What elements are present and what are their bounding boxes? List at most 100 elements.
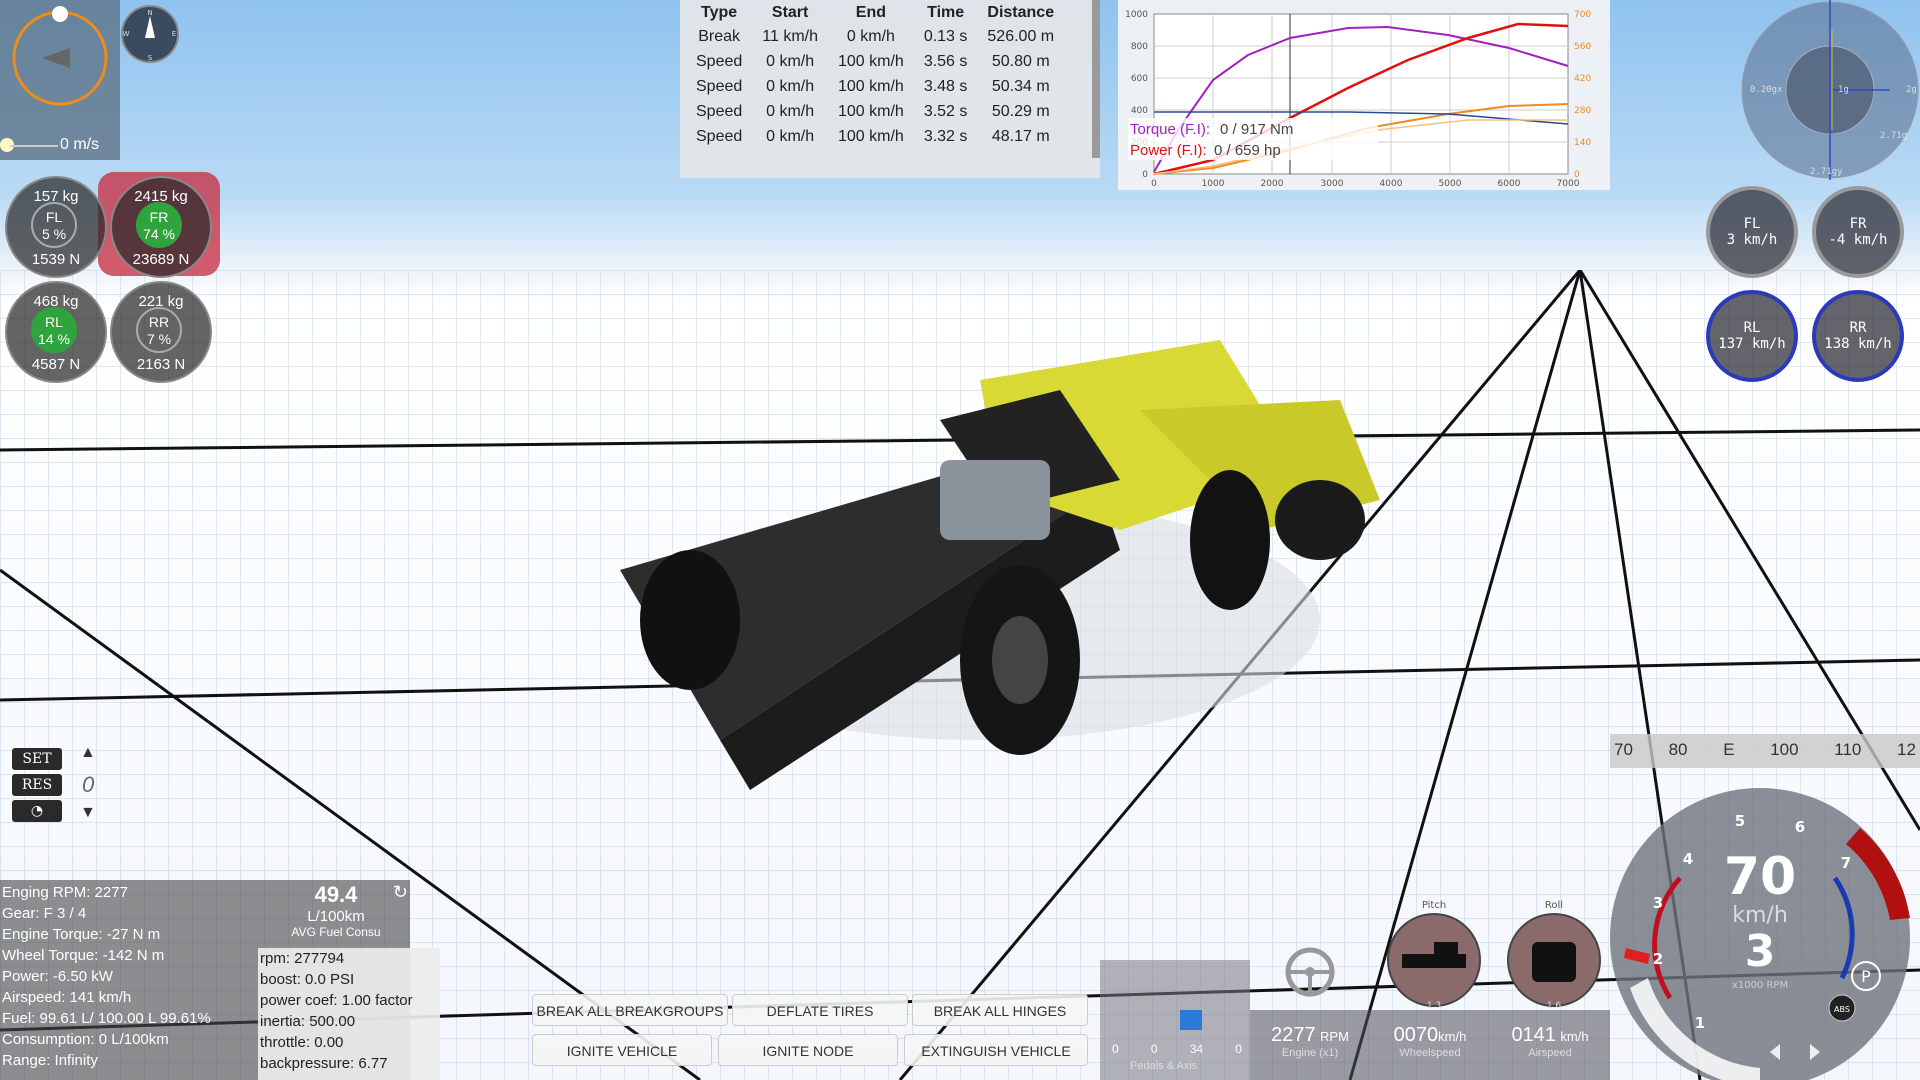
table-cell: 0 km/h bbox=[766, 52, 815, 70]
wheel-center: FR 74 % bbox=[136, 202, 182, 248]
wheel-pct: 5 % bbox=[41, 226, 67, 242]
avg-fuel-widget: 49.4 L/100km AVG Fuel Consu ↻ bbox=[262, 880, 410, 946]
power-value: 0 / 659 hp bbox=[1214, 142, 1281, 159]
deflate-tires-button[interactable]: DEFLATE TIRES bbox=[732, 994, 908, 1026]
heading-tick: 110 bbox=[1834, 740, 1862, 759]
wheel-force: 23689 N bbox=[132, 251, 190, 268]
table-cell: 100 km/h bbox=[838, 127, 904, 145]
wheel-load-fr: 2415 kg FR 74 % 23689 N bbox=[110, 176, 212, 278]
x-tick: 3000 bbox=[1321, 179, 1344, 189]
right-tick: 560 bbox=[1574, 42, 1591, 52]
power-label: Power (F.I): bbox=[1130, 142, 1207, 159]
pedal-values: 0 0 34 0 bbox=[1112, 1042, 1242, 1056]
telemetry-scrollbar[interactable] bbox=[1092, 0, 1100, 158]
table-row: Speed 0 km/h 100 km/h 3.52 s 50.29 m bbox=[686, 99, 1064, 124]
wheel-speed-rl: RL 137 km/h bbox=[1706, 290, 1798, 382]
table-cell: 0 km/h bbox=[766, 77, 815, 95]
table-cell: 3.52 s bbox=[923, 102, 968, 120]
fuel-label: AVG Fuel Consu bbox=[291, 925, 381, 939]
cruise-icon-button[interactable]: ◔ bbox=[12, 800, 62, 822]
table-cell: Break bbox=[698, 27, 741, 45]
extinguish-vehicle-button[interactable]: EXTINGUISH VEHICLE bbox=[904, 1034, 1088, 1066]
tach-tick: 2 bbox=[1653, 950, 1663, 968]
heading-tick: 12 bbox=[1897, 740, 1916, 759]
cruise-up-icon[interactable]: ▲ bbox=[80, 744, 96, 762]
wheelspeed-label: Wheelspeed bbox=[1399, 1047, 1461, 1059]
fuel-value: 49.4 bbox=[314, 882, 358, 907]
torque-value: 0 / 917 Nm bbox=[1220, 121, 1293, 138]
pedal-value: 0 bbox=[1150, 1042, 1158, 1056]
wheel-speed-value: 138 km/h bbox=[1824, 336, 1892, 352]
table-cell: 3.32 s bbox=[923, 127, 968, 145]
ignite-node-button[interactable]: IGNITE NODE bbox=[718, 1034, 898, 1066]
cruise-res-button[interactable]: RES bbox=[12, 774, 62, 796]
x-tick: 1000 bbox=[1202, 179, 1225, 189]
tach-rpm-label: x1000 RPM bbox=[1732, 980, 1788, 991]
right-tick: 140 bbox=[1574, 138, 1591, 148]
sub-debug-line: throttle: 0.00 bbox=[260, 1034, 344, 1051]
table-cell: 100 km/h bbox=[838, 102, 904, 120]
slider-track bbox=[10, 145, 58, 147]
roll-value: 1.6 bbox=[1547, 1001, 1562, 1010]
tach-unit: km/h bbox=[1732, 903, 1788, 928]
table-cell: 3.56 s bbox=[923, 52, 968, 70]
x-tick: 0 bbox=[1151, 179, 1157, 189]
pitch-indicator: Pitch 1.3 bbox=[1387, 900, 1481, 1010]
wheel-center: RR 7 % bbox=[136, 307, 182, 353]
table-cell: 3.48 s bbox=[923, 77, 968, 95]
col-header: Time bbox=[927, 4, 965, 21]
col-header: End bbox=[855, 4, 887, 21]
wheel-load-fl: 157 kg FL 5 % 1539 N bbox=[5, 176, 107, 278]
table-cell: 50.34 m bbox=[991, 77, 1050, 95]
table-row: Break 11 km/h 0 km/h 0.13 s 526.00 m bbox=[686, 24, 1064, 49]
gforce-left-label: 0.20gx bbox=[1750, 85, 1783, 95]
acceleration-telemetry-panel: Type Start End Time Distance Break 11 km/… bbox=[680, 0, 1100, 178]
heading-tick: E bbox=[1723, 740, 1735, 759]
wheel-id: RL bbox=[45, 314, 63, 330]
cruise-set-button[interactable]: SET bbox=[12, 748, 62, 770]
tach-tick: 7 bbox=[1841, 854, 1851, 872]
ignite-vehicle-button[interactable]: IGNITE VEHICLE bbox=[532, 1034, 712, 1066]
debug-line: Consumption: 0 L/100km bbox=[2, 1031, 169, 1048]
tach-tick: 6 bbox=[1795, 818, 1805, 836]
cruise-down-icon[interactable]: ▼ bbox=[80, 804, 96, 822]
reset-icon[interactable]: ↻ bbox=[393, 882, 408, 903]
right-tick: 420 bbox=[1574, 74, 1591, 84]
table-cell: 0 km/h bbox=[846, 27, 895, 45]
pedal-value: 0 bbox=[1112, 1042, 1119, 1056]
heading-arrow-icon bbox=[42, 48, 70, 68]
wheel-id: RR bbox=[1849, 320, 1867, 336]
table-cell: Speed bbox=[696, 52, 743, 70]
tach-speed: 70 bbox=[1724, 847, 1796, 907]
airspeed-unit: km/h bbox=[1560, 1029, 1589, 1044]
break-all-hinges-button[interactable]: BREAK ALL HINGES bbox=[912, 994, 1088, 1026]
table-cell: 0 km/h bbox=[766, 127, 815, 145]
wheel-center: FL 5 % bbox=[31, 202, 77, 248]
break-all-breakgroups-button[interactable]: BREAK ALL BREAKGROUPS bbox=[532, 994, 728, 1026]
truck-side-icon bbox=[1402, 954, 1466, 968]
col-header: Start bbox=[771, 4, 809, 21]
debug-line: Airspeed: 141 km/h bbox=[2, 989, 132, 1006]
wheel-id: RL bbox=[1743, 320, 1761, 336]
gforce-center-label: 1g bbox=[1838, 85, 1849, 95]
left-tick: 600 bbox=[1131, 74, 1148, 84]
rpm-label: Engine (x1) bbox=[1281, 1047, 1339, 1059]
x-tick: 6000 bbox=[1498, 179, 1521, 189]
wheel-pct: 74 % bbox=[143, 226, 175, 242]
orientation-widget: 0 m/s bbox=[0, 0, 120, 160]
pedals-axis-panel: 0 0 34 0 Pedals & Axis bbox=[1100, 960, 1250, 1080]
right-tick: 280 bbox=[1574, 106, 1591, 116]
wheel-speed-value: -4 km/h bbox=[1828, 232, 1888, 248]
speed-ms-readout: 0 m/s bbox=[60, 136, 100, 153]
wheel-id: RR bbox=[148, 314, 170, 330]
vehicle-wreck bbox=[620, 340, 1380, 790]
table-cell: 48.17 m bbox=[991, 127, 1050, 145]
heading-tick: 70 bbox=[1614, 740, 1633, 759]
left-tick: 1000 bbox=[1125, 10, 1148, 20]
debug-line: Wheel Torque: -142 N m bbox=[2, 947, 165, 964]
wheel-speed-value: 3 km/h bbox=[1726, 232, 1778, 248]
steering-wheel-icon bbox=[1285, 947, 1335, 997]
rpm-value: 2277 bbox=[1271, 1024, 1316, 1046]
rpm-readout: 2277 RPM Engine (x1) bbox=[1250, 1024, 1370, 1059]
sub-debug-line: rpm: 277794 bbox=[260, 950, 345, 967]
